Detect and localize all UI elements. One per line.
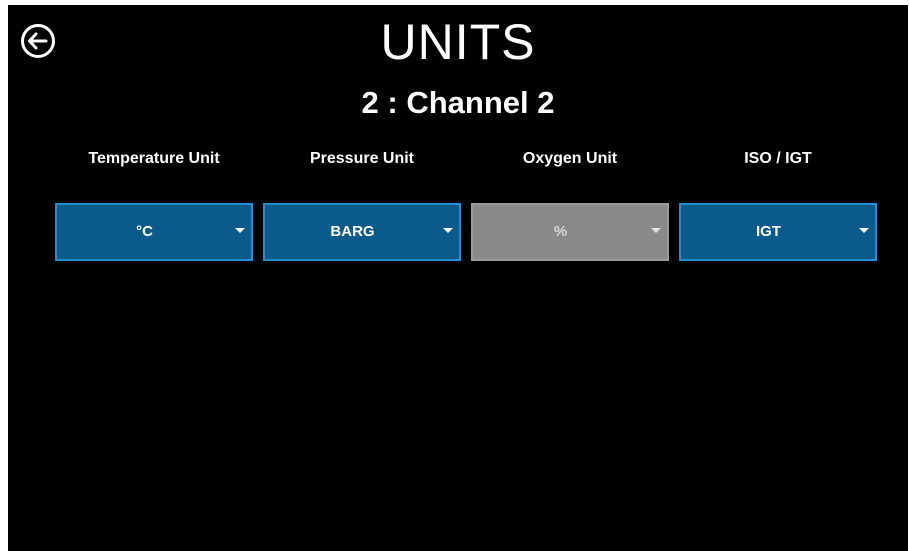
unit-settings: Temperature Unit °C Pressure Unit BARG O… xyxy=(55,148,877,268)
pressure-unit-value: BARG xyxy=(330,223,375,240)
iso-igt-value: IGT xyxy=(756,223,781,240)
chevron-down-icon xyxy=(859,228,869,233)
temperature-unit-dropdown[interactable]: °C xyxy=(55,203,253,261)
channel-subtitle: 2 : Channel 2 xyxy=(361,85,555,120)
pressure-unit-dropdown[interactable]: BARG xyxy=(263,203,461,261)
page-title: UNITS xyxy=(380,14,536,70)
pressure-unit-label: Pressure Unit xyxy=(309,150,415,167)
chevron-down-icon xyxy=(443,228,453,233)
oxygen-unit-label: Oxygen Unit xyxy=(522,150,618,167)
units-screen: UNITS 2 : Channel 2 Temperature Unit °C … xyxy=(8,5,908,551)
oxygen-unit-value: % xyxy=(553,223,568,240)
chevron-down-icon xyxy=(651,228,661,233)
chevron-down-icon xyxy=(235,228,245,233)
temperature-unit-value: °C xyxy=(136,223,153,240)
iso-igt-label: ISO / IGT xyxy=(744,150,812,167)
iso-igt-dropdown[interactable]: IGT xyxy=(679,203,877,261)
oxygen-unit-dropdown: % xyxy=(471,203,669,261)
temperature-unit-label: Temperature Unit xyxy=(88,150,220,167)
